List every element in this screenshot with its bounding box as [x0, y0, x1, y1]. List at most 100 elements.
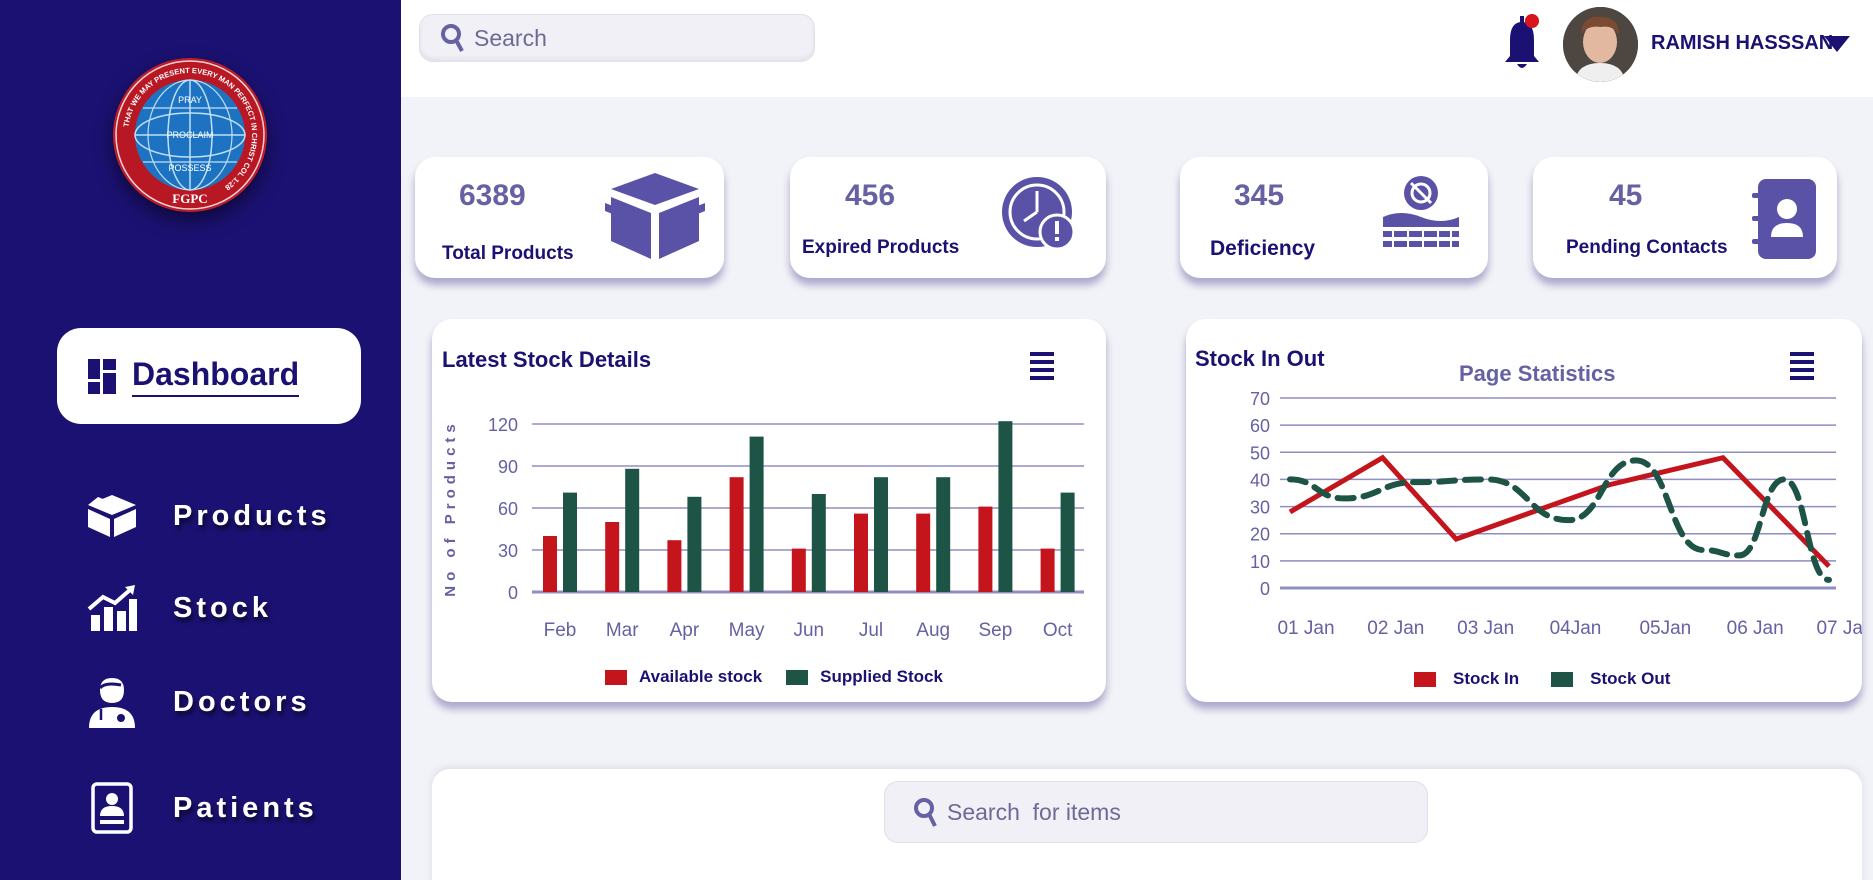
bar — [729, 477, 744, 592]
bar — [998, 421, 1013, 592]
x-tick-label: 02 Jan — [1367, 618, 1424, 639]
y-tick-label: 0 — [1260, 579, 1270, 599]
bar — [625, 468, 640, 592]
stat-card-pending-contacts[interactable]: 45 Pending Contacts — [1533, 157, 1837, 278]
chart-card-latest-stock: Latest Stock Details 0 30 60 90 120 No of Pro… — [432, 319, 1106, 702]
dashboard-icon — [88, 358, 116, 394]
stock-chart-icon — [84, 582, 140, 634]
bell-icon[interactable] — [1503, 12, 1541, 74]
stat-value: 45 — [1609, 179, 1643, 212]
bar — [854, 513, 868, 592]
stat-label: Expired Products — [802, 237, 960, 258]
bar — [1060, 492, 1075, 592]
logo-text-fgpc: FGPC — [172, 191, 207, 206]
x-tick-label: Feb — [544, 620, 577, 641]
legend-label: Supplied Stock — [820, 667, 943, 686]
fgpc-logo: PRAY PROCLAIM POSSESS THAT WE MAY PRESEN… — [113, 58, 267, 212]
sidebar-item-label: Products — [173, 499, 331, 532]
y-tick-label: 60 — [498, 499, 518, 519]
deficiency-icon — [1383, 176, 1459, 247]
legend-item-supplied: Supplied Stock — [786, 667, 943, 687]
sidebar: PRAY PROCLAIM POSSESS THAT WE MAY PRESEN… — [0, 0, 401, 880]
y-tick-label: 0 — [508, 583, 518, 603]
bar — [791, 548, 806, 592]
bar — [874, 477, 888, 592]
bar-chart: 0 30 60 90 120 No of Products Feb Mar Apr May Jun J… — [442, 415, 1084, 641]
bar — [1040, 548, 1055, 592]
bar — [916, 513, 931, 592]
sidebar-item-products[interactable]: Products — [84, 490, 331, 542]
sidebar-item-label: Dashboard — [132, 356, 300, 397]
legend-item-stock-out: Stock Out — [1551, 669, 1670, 689]
y-tick-label: 50 — [1250, 443, 1270, 463]
y-tick-label: 90 — [498, 457, 518, 477]
y-axis-label: No of Products — [442, 419, 459, 597]
legend-swatch — [1414, 671, 1436, 687]
bar — [749, 436, 764, 592]
search-icon — [441, 24, 464, 52]
x-tick-label: Jul — [859, 620, 883, 641]
sidebar-item-dashboard[interactable]: Dashboard — [57, 328, 361, 424]
search-items-input[interactable] — [947, 798, 1407, 826]
logo-text-proclaim: PROCLAIM — [166, 130, 213, 140]
x-tick-label: 06 Jan — [1727, 618, 1784, 639]
bar — [563, 492, 577, 592]
sidebar-item-doctors[interactable]: Doctors — [84, 676, 311, 728]
y-tick-label: 120 — [488, 415, 518, 435]
x-tick-label: 07 Jan — [1816, 618, 1862, 639]
y-tick-label: 60 — [1250, 416, 1270, 436]
clock-alert-icon — [1002, 177, 1076, 251]
x-tick-label: Aug — [916, 620, 950, 641]
legend-label: Stock In — [1453, 669, 1520, 688]
sidebar-item-stock[interactable]: Stock — [84, 582, 272, 634]
bar — [811, 494, 826, 592]
chart-card-stock-in-out: Stock In Out Page Statistics 0 10 20 30 40 50… — [1186, 319, 1862, 702]
x-tick-label: Mar — [606, 620, 639, 641]
legend-item-available: Available stock — [605, 667, 762, 687]
user-name[interactable]: RAMISH HASSSAN — [1651, 32, 1833, 55]
search-icon — [914, 798, 937, 827]
legend-swatch — [605, 669, 627, 685]
x-tick-label: 03 Jan — [1457, 618, 1514, 639]
x-tick-label: 01 Jan — [1277, 618, 1334, 639]
stat-card-expired-products[interactable]: 456 Expired Products — [790, 157, 1106, 278]
stat-card-deficiency[interactable]: 345 Deficiency — [1180, 157, 1488, 278]
bar — [936, 477, 951, 592]
x-tick-label: 05Jan — [1639, 618, 1691, 639]
stat-label: Pending Contacts — [1566, 237, 1728, 258]
sidebar-item-label: Patients — [173, 791, 318, 824]
bar — [978, 506, 993, 592]
open-box-icon — [605, 173, 705, 259]
y-tick-label: 20 — [1250, 525, 1270, 545]
globe-logo-icon: PRAY PROCLAIM POSSESS THAT WE MAY PRESEN… — [114, 59, 266, 211]
search-items-field[interactable] — [884, 781, 1428, 843]
y-tick-label: 30 — [1250, 498, 1270, 518]
line-chart: 0 10 20 30 40 50 60 70 01 Jan 02 Jan 03 Jan 04Jan 05… — [1250, 389, 1862, 639]
sidebar-item-patients[interactable]: Patients — [84, 782, 318, 834]
bar — [687, 496, 702, 592]
search-input[interactable] — [474, 24, 794, 52]
avatar[interactable] — [1563, 7, 1638, 82]
logo-text-possess: POSSESS — [168, 163, 211, 173]
sidebar-item-label: Doctors — [173, 685, 311, 718]
series-line-stock-out — [1287, 457, 1832, 583]
x-tick-label: Sep — [978, 620, 1012, 641]
y-tick-label: 30 — [498, 541, 518, 561]
bar — [543, 536, 557, 592]
stat-value: 345 — [1234, 179, 1285, 212]
y-tick-label: 10 — [1250, 552, 1270, 572]
doctor-icon — [84, 676, 140, 728]
stat-value: 456 — [845, 179, 896, 212]
stat-label: Total Products — [442, 243, 574, 264]
contact-book-icon — [1752, 179, 1816, 259]
x-tick-label: May — [729, 620, 765, 641]
chart-legend: Stock In Stock Out — [1414, 669, 1694, 689]
stat-card-total-products[interactable]: 6389 Total Products — [415, 157, 724, 278]
bar — [605, 522, 620, 592]
caret-down-icon[interactable] — [1824, 36, 1850, 54]
legend-swatch — [1551, 671, 1574, 687]
box-icon — [84, 490, 140, 542]
legend-label: Stock Out — [1590, 669, 1671, 688]
notification-badge — [1525, 14, 1539, 28]
search-field[interactable] — [419, 14, 815, 62]
